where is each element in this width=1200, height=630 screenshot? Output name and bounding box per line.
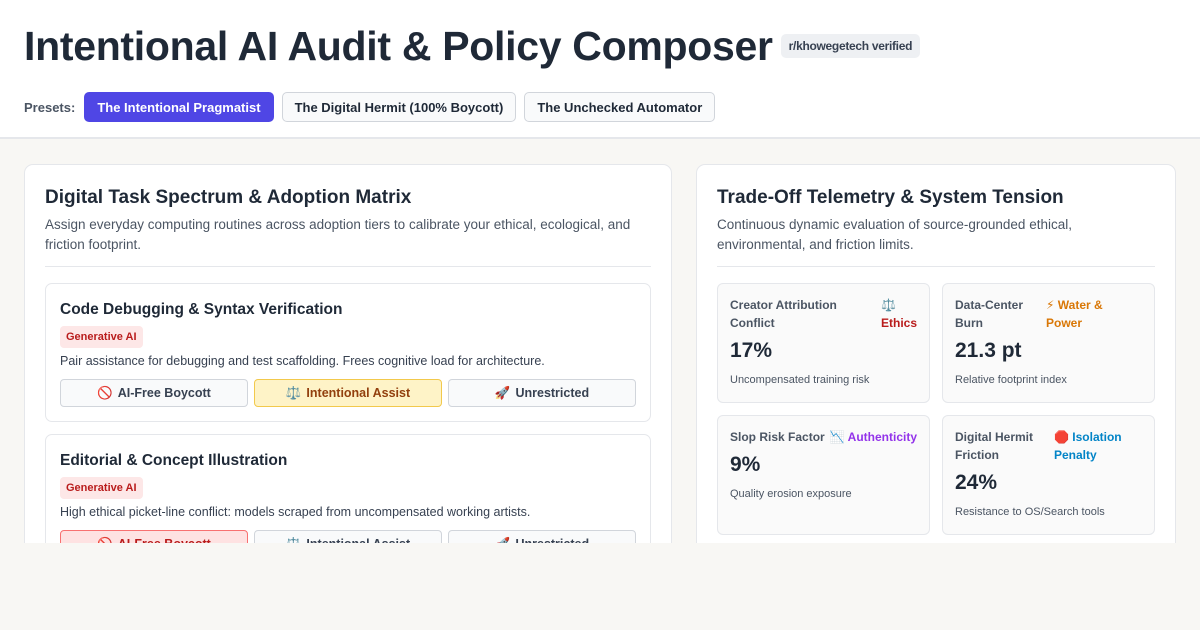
metric-caption: Relative footprint index [955, 374, 1067, 386]
divider [45, 266, 651, 267]
metric-tag: 🛑 Isolation Penalty [1054, 428, 1142, 464]
rocket-icon: 🚀 [495, 537, 511, 544]
task-description: Pair assistance for debugging and test s… [60, 354, 545, 368]
metric-name: Slop Risk Factor [730, 430, 825, 444]
main-content[interactable]: Digital Task Spectrum & Adoption Matrix … [0, 141, 1200, 543]
task-spectrum-panel: Digital Task Spectrum & Adoption Matrix … [24, 164, 672, 543]
task-title: Code Debugging & Syntax Verification [60, 301, 343, 318]
metric-tag-label: Water & Power [1046, 298, 1103, 330]
task-card-editorial-illustration: Editorial & Concept Illustration Generat… [45, 434, 651, 543]
metric-card-slop-risk: Slop Risk Factor 📉 Authenticity 9% Quali… [717, 415, 930, 535]
panel-title: Digital Task Spectrum & Adoption Matrix [45, 187, 412, 208]
metric-tag-label: Ethics [880, 316, 917, 330]
tier-unrestricted-button[interactable]: 🚀 Unrestricted [448, 379, 636, 407]
scales-icon: ⚖️ [285, 385, 302, 400]
tier-label: Intentional Assist [306, 386, 411, 400]
metric-card-digital-hermit-friction: Digital Hermit Friction 🛑 Isolation Pena… [942, 415, 1155, 535]
metric-card-data-center-burn: Data-Center Burn ⚡ Water & Power 21.3 pt… [942, 283, 1155, 403]
stop-sign-icon: 🛑 [1054, 430, 1069, 444]
panel-title: Trade-Off Telemetry & System Tension [717, 187, 1064, 208]
preset-unchecked-automator-button[interactable]: The Unchecked Automator [524, 92, 716, 122]
tier-label: Intentional Assist [306, 537, 410, 543]
tier-label: Unrestricted [515, 537, 589, 543]
prohibited-icon: 🚫 [97, 385, 113, 400]
metric-caption: Resistance to OS/Search tools [955, 506, 1105, 518]
page-header: Intentional AI Audit & Policy Composer r… [0, 0, 1200, 139]
metric-grid: Creator Attribution Conflict ⚖️ Ethics 1… [717, 283, 1155, 535]
panel-subtitle: Continuous dynamic evaluation of source-… [717, 217, 1072, 252]
metric-card-creator-attribution: Creator Attribution Conflict ⚖️ Ethics 1… [717, 283, 930, 403]
metric-caption: Quality erosion exposure [730, 488, 852, 500]
metric-value: 17% [730, 339, 773, 362]
metric-tag-label: Authenticity [847, 430, 917, 444]
tier-assist-button[interactable]: ⚖️ Intentional Assist [254, 379, 442, 407]
rocket-icon: 🚀 [494, 385, 511, 400]
tier-unrestricted-button[interactable]: 🚀 Unrestricted [448, 530, 636, 543]
metric-tag: ⚖️ Ethics [881, 296, 917, 332]
preset-intentional-pragmatist-button[interactable]: The Intentional Pragmatist [84, 92, 274, 122]
metric-name: Digital Hermit Friction [955, 430, 1034, 462]
divider [717, 266, 1155, 267]
presets-label: Presets: [24, 99, 76, 115]
metric-tag: 📉 Authenticity [830, 428, 917, 446]
metric-name: Creator Attribution Conflict [730, 298, 837, 330]
metric-tag: ⚡ Water & Power [1046, 296, 1142, 332]
telemetry-panel: Trade-Off Telemetry & System Tension Con… [696, 164, 1176, 543]
tier-label: AI-Free Boycott [118, 537, 211, 543]
page-title: Intentional AI Audit & Policy Composer [24, 23, 773, 69]
title-row: Intentional AI Audit & Policy Composer r… [24, 22, 921, 70]
metric-value: 21.3 pt [955, 339, 1022, 362]
tier-selector: 🚫 AI-Free Boycott ⚖️ Intentional Assist 🚀 U… [60, 530, 636, 543]
tier-boycott-button[interactable]: 🚫 AI-Free Boycott [60, 379, 248, 407]
prohibited-icon: 🚫 [97, 537, 113, 544]
scales-icon: ⚖️ [880, 298, 896, 312]
metric-caption: Uncompensated training risk [730, 374, 870, 386]
task-card-code-debugging: Code Debugging & Syntax Verification Gen… [45, 283, 651, 422]
metric-value: 24% [955, 471, 998, 494]
task-category-badge: Generative AI [60, 326, 143, 348]
task-category-badge: Generative AI [60, 477, 143, 499]
tier-label: Unrestricted [515, 386, 590, 400]
tier-boycott-button[interactable]: 🚫 AI-Free Boycott [60, 530, 248, 543]
metric-name: Data-Center Burn [955, 298, 1024, 330]
panel-subtitle: Assign everyday computing routines acros… [45, 217, 631, 252]
scales-icon: ⚖️ [286, 537, 302, 544]
tier-assist-button[interactable]: ⚖️ Intentional Assist [254, 530, 442, 543]
task-title: Editorial & Concept Illustration [60, 452, 288, 469]
task-description: High ethical picket-line conflict: model… [60, 505, 531, 519]
preset-bar: Presets: The Intentional Pragmatist The … [24, 92, 723, 122]
verified-badge: r/khowegetech verified [780, 34, 921, 58]
preset-digital-hermit-button[interactable]: The Digital Hermit (100% Boycott) [281, 92, 517, 122]
metric-value: 9% [730, 453, 761, 476]
lightning-icon: ⚡ [1046, 298, 1055, 312]
tier-selector: 🚫 AI-Free Boycott ⚖️ Intentional Assist 🚀 U… [60, 379, 636, 407]
chart-decreasing-icon: 📉 [829, 430, 845, 444]
tier-label: AI-Free Boycott [117, 386, 211, 400]
